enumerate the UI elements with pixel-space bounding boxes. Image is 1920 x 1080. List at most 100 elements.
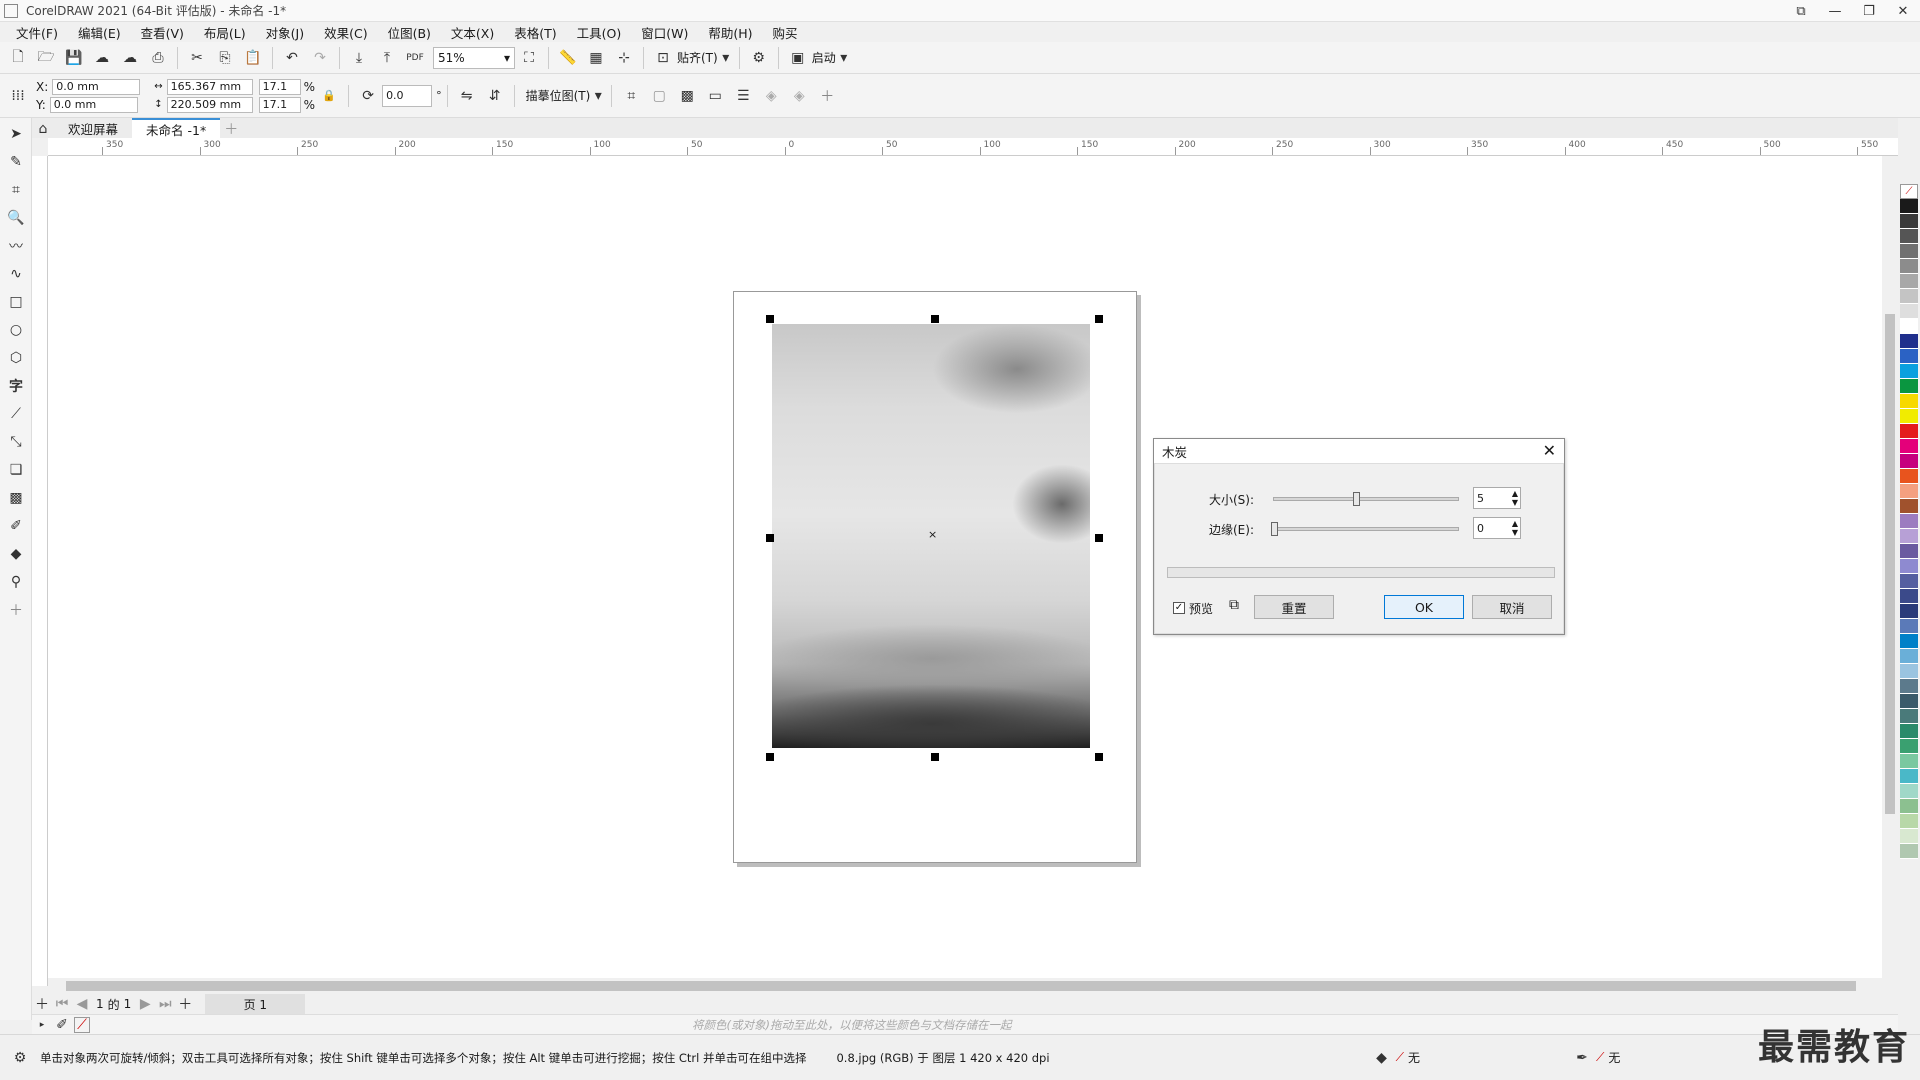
add-icon[interactable]: ＋ — [815, 84, 839, 108]
gear-icon[interactable]: ⚙ — [747, 46, 771, 70]
ok-button[interactable]: OK — [1384, 595, 1464, 619]
interactive-fill-icon[interactable]: ◆ — [4, 542, 28, 566]
zoom-tool-icon[interactable]: 🔍 — [4, 206, 28, 230]
menu-view[interactable]: 查看(V) — [131, 23, 194, 42]
menu-object[interactable]: 对象(J) — [256, 23, 314, 42]
palette-menu-icon[interactable]: ▸ — [34, 1017, 50, 1033]
horizontal-scrollbar[interactable] — [48, 978, 1882, 994]
rotation-field[interactable]: 0.0 — [382, 84, 433, 107]
to-back-icon[interactable]: ◈ — [787, 84, 811, 108]
minimize-button[interactable]: — — [1818, 0, 1852, 22]
bitmap-mask-icon[interactable]: ▩ — [675, 84, 699, 108]
eyedropper-icon[interactable]: ✐ — [4, 514, 28, 538]
menu-table[interactable]: 表格(T) — [504, 23, 566, 42]
preview-checkbox[interactable]: ✓ — [1173, 602, 1185, 614]
width-field[interactable]: 165.367 mm — [166, 78, 253, 95]
selection-handle[interactable] — [1095, 753, 1103, 761]
paste-icon[interactable]: 📋 — [241, 46, 265, 70]
color-swatch[interactable] — [1900, 274, 1918, 289]
edge-stepper[interactable]: 0 ▲ ▼ — [1473, 517, 1521, 539]
color-swatch[interactable] — [1900, 379, 1918, 394]
polygon-tool-icon[interactable]: ⬡ — [4, 346, 28, 370]
color-swatch[interactable] — [1900, 589, 1918, 604]
color-swatch[interactable] — [1900, 544, 1918, 559]
restore-icon[interactable]: ⧉ — [1784, 0, 1818, 22]
selection-handle[interactable] — [766, 534, 774, 542]
menu-layout[interactable]: 布局(L) — [194, 23, 256, 42]
color-swatch[interactable] — [1900, 409, 1918, 424]
color-swatch[interactable] — [1900, 514, 1918, 529]
size-slider[interactable] — [1273, 497, 1459, 501]
color-swatch[interactable] — [1900, 664, 1918, 679]
freehand-tool-icon[interactable]: 〰 — [4, 234, 28, 258]
gear-icon[interactable]: ⚙ — [8, 1046, 32, 1070]
add-page-after-icon[interactable]: ＋ — [177, 996, 193, 1013]
no-color-swatch-icon[interactable]: ⟋ — [1900, 184, 1918, 199]
color-swatch[interactable] — [1900, 529, 1918, 544]
color-swatch[interactable] — [1900, 214, 1918, 229]
height-field[interactable]: 220.509 mm — [166, 96, 253, 113]
save-icon[interactable]: 💾 — [62, 46, 86, 70]
color-swatch[interactable] — [1900, 229, 1918, 244]
snap-icon[interactable]: ⊡ — [651, 46, 675, 70]
menu-tools[interactable]: 工具(O) — [567, 23, 632, 42]
spin-arrows-icon[interactable]: ▲ ▼ — [1512, 489, 1518, 507]
y-position-field[interactable]: 0.0 mm — [49, 96, 138, 113]
open-folder-icon[interactable]: 🗁 — [34, 46, 58, 70]
reference-point-icon[interactable]: ⁞⁞⁞ — [6, 84, 30, 108]
grid-icon[interactable]: ▦ — [584, 46, 608, 70]
shape-tool-icon[interactable]: ✎ — [4, 150, 28, 174]
chevron-down-icon[interactable]: ▾ — [592, 84, 604, 108]
menu-help[interactable]: 帮助(H) — [698, 23, 762, 42]
mirror-horizontal-icon[interactable]: ⇋ — [455, 84, 479, 108]
color-swatch[interactable] — [1900, 829, 1918, 844]
color-swatch[interactable] — [1900, 619, 1918, 634]
color-swatch[interactable] — [1900, 334, 1918, 349]
cloud-upload-icon[interactable]: ☁ — [118, 46, 142, 70]
color-swatch[interactable] — [1900, 604, 1918, 619]
ellipse-tool-icon[interactable]: ○ — [4, 318, 28, 342]
previous-page-icon[interactable]: ◀ — [74, 996, 90, 1012]
color-swatch[interactable] — [1900, 439, 1918, 454]
full-screen-icon[interactable]: ⛶ — [517, 46, 541, 70]
undo-icon[interactable]: ↶ — [280, 46, 304, 70]
color-swatch[interactable] — [1900, 769, 1918, 784]
last-page-icon[interactable]: ⏭ — [157, 996, 173, 1012]
edge-slider[interactable] — [1273, 527, 1459, 531]
color-swatch[interactable] — [1900, 574, 1918, 589]
menu-effects[interactable]: 效果(C) — [314, 23, 377, 42]
crop-bitmap-icon[interactable]: ⌗ — [619, 84, 643, 108]
add-page-icon[interactable]: ＋ — [34, 996, 50, 1013]
menu-text[interactable]: 文本(X) — [441, 23, 504, 42]
chevron-down-icon[interactable]: ▾ — [720, 46, 732, 70]
no-color-swatch-icon[interactable]: ⟋ — [74, 1016, 90, 1033]
pick-tool-icon[interactable]: ➤ — [4, 122, 28, 146]
text-tool-icon[interactable]: 字 — [4, 374, 28, 398]
tab-welcome-screen[interactable]: 欢迎屏幕 — [54, 118, 132, 138]
color-swatch[interactable] — [1900, 259, 1918, 274]
tab-document[interactable]: 未命名 -1* — [132, 118, 221, 138]
launch-icon[interactable]: ▣ — [786, 46, 810, 70]
color-swatch[interactable] — [1900, 469, 1918, 484]
add-tool-icon[interactable]: ＋ — [4, 598, 28, 622]
color-swatch[interactable] — [1900, 649, 1918, 664]
mirror-vertical-icon[interactable]: ⇵ — [483, 84, 507, 108]
chevron-down-icon[interactable]: ▾ — [838, 46, 850, 70]
color-swatch[interactable] — [1900, 754, 1918, 769]
export-icon[interactable]: ⤒ — [375, 46, 399, 70]
maximize-button[interactable]: ❐ — [1852, 0, 1886, 22]
artistic-media-icon[interactable]: ∿ — [4, 262, 28, 286]
color-swatch[interactable] — [1900, 304, 1918, 319]
color-swatch[interactable] — [1900, 484, 1918, 499]
parallel-dimension-icon[interactable]: ⟋ — [4, 402, 28, 426]
size-slider-thumb[interactable] — [1353, 492, 1360, 506]
zoom-select[interactable]: 51% ▾ — [433, 46, 515, 69]
selection-handle[interactable] — [766, 753, 774, 761]
spin-arrows-icon[interactable]: ▲ ▼ — [1512, 519, 1518, 537]
page-tab[interactable]: 页 1 — [205, 994, 306, 1014]
color-swatch[interactable] — [1900, 424, 1918, 439]
menu-bitmaps[interactable]: 位图(B) — [378, 23, 441, 42]
close-icon[interactable]: ✕ — [1543, 441, 1556, 460]
crop-tool-icon[interactable]: ⌗ — [4, 178, 28, 202]
reset-button[interactable]: 重置 — [1254, 595, 1334, 619]
